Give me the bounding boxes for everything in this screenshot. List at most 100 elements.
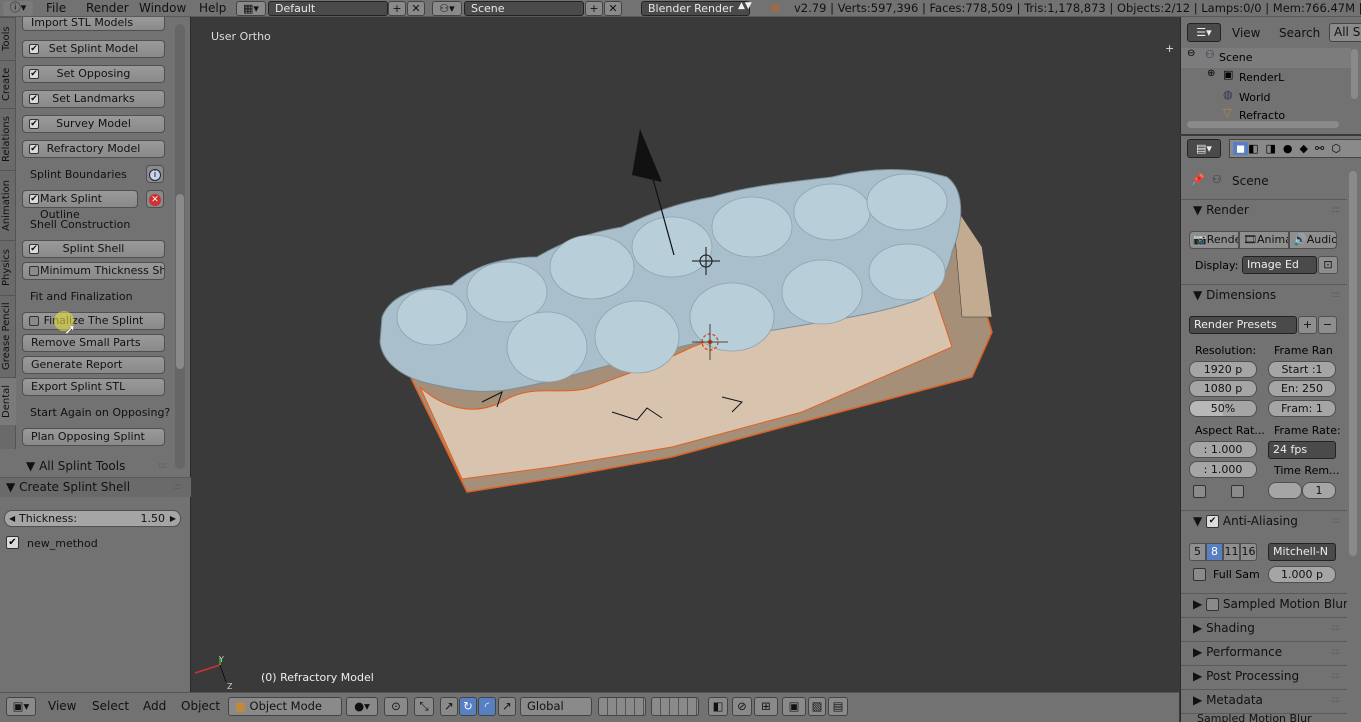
expand-icon[interactable]: ⊕ (1207, 68, 1215, 79)
render-engine-select[interactable]: Blender Render (641, 1, 750, 16)
transform-space-icon[interactable]: ↗ (498, 697, 516, 716)
editor-type-icon[interactable]: ▤▾ (1187, 139, 1221, 158)
decrement-icon[interactable]: ◀ (9, 511, 15, 526)
checkbox[interactable] (29, 266, 39, 276)
render-presets-select[interactable]: Render Presets (1189, 316, 1297, 334)
aspect-y-field[interactable]: : 1.000 (1189, 461, 1257, 478)
anti-aliasing-checkbox[interactable]: ✔ (1206, 515, 1220, 528)
resolution-x-field[interactable]: 1920 p (1189, 361, 1257, 378)
manipulator-toggle-icon[interactable]: ⤡ (414, 697, 434, 716)
aa-samples-5[interactable]: 5 (1189, 543, 1206, 561)
snap-target-icon[interactable]: ▣ (782, 697, 806, 716)
menu-object[interactable]: Object (181, 693, 220, 719)
tab-animation[interactable]: Animation (0, 170, 16, 240)
motion-blur-checkbox[interactable] (1206, 598, 1220, 611)
render-animation-button[interactable]: 🎞Anima (1239, 231, 1289, 249)
resolution-y-field[interactable]: 1080 p (1189, 380, 1257, 397)
survey-model-button[interactable]: ✔ Survey Model (22, 115, 165, 133)
screen-layout-icon[interactable]: ▦▾ (236, 1, 266, 16)
layer-lock-icon[interactable]: ◧ (708, 697, 728, 716)
plan-opposing-splint-button[interactable]: Plan Opposing Splint (22, 428, 165, 446)
shading-select[interactable]: ●▾ (346, 697, 378, 716)
info-icon[interactable]: i (146, 165, 164, 183)
checkbox[interactable]: ✔ (29, 194, 39, 204)
3d-viewport[interactable]: User Ortho + Y Z (0) Refractory Model (192, 17, 1179, 692)
orientation-select[interactable]: Global (520, 697, 592, 716)
outliner-menu-view[interactable]: View (1232, 26, 1260, 40)
outliner-row-scene[interactable]: ⊖ ⚇ Scene (1181, 48, 1351, 68)
menu-view[interactable]: View (48, 693, 76, 719)
outliner-row-world[interactable]: ◍ World (1181, 88, 1351, 108)
properties-context-tabs[interactable]: ◼ ◧◨●◆⚯⬡ (1229, 139, 1361, 158)
opengl-anim-icon[interactable]: ▤ (828, 697, 848, 716)
generate-report-button[interactable]: Generate Report (22, 356, 165, 374)
outliner-menu-search[interactable]: Search (1279, 26, 1320, 40)
crop-checkbox[interactable] (1231, 485, 1244, 498)
checkbox[interactable]: ✔ (29, 69, 39, 79)
menu-file[interactable]: File (46, 0, 66, 17)
outliner-hscrollbar[interactable] (1187, 121, 1339, 128)
all-splint-tools-panel[interactable]: ▼ All Splint Tools :::: (16, 457, 176, 476)
resolution-percent-field[interactable]: 50% (1189, 400, 1257, 417)
opengl-render-icon[interactable]: ▧ (808, 697, 826, 716)
remove-scene-icon[interactable]: ✕ (604, 1, 622, 16)
cancel-icon[interactable]: ✕ (146, 190, 164, 208)
add-preset-icon[interactable]: + (1298, 316, 1317, 334)
tool-shelf-scrollbar[interactable] (175, 24, 185, 469)
dimensions-panel-header[interactable]: ▼ Dimensions :::: (1181, 284, 1347, 306)
properties-scrollbar[interactable] (1349, 171, 1357, 556)
post-processing-panel-header[interactable]: ▶ Post Processing :::: (1181, 665, 1347, 687)
set-opposing-button[interactable]: ✔ Set Opposing (22, 65, 165, 83)
proportional-edit-icon[interactable]: ⊘ (732, 697, 752, 716)
checkbox[interactable]: ✔ (29, 119, 39, 129)
translate-icon[interactable]: ↗ (440, 697, 458, 716)
checkbox[interactable]: ✔ (29, 244, 39, 254)
time-remap-old-field[interactable] (1268, 482, 1302, 499)
editor-type-icon[interactable]: ▣▾ (6, 697, 36, 716)
thickness-field[interactable]: ◀ Thickness: 1.50 ▶ (4, 510, 181, 527)
menu-render[interactable]: Render (86, 0, 129, 17)
checkbox[interactable]: ✔ (29, 44, 39, 54)
scene-select[interactable]: Scene (464, 1, 584, 16)
checkbox[interactable]: ✔ (29, 94, 39, 104)
scale-icon[interactable]: ◜ (478, 697, 496, 716)
add-layout-icon[interactable]: + (388, 1, 406, 16)
sampled-motion-blur-panel-header[interactable]: ▶ Sampled Motion Blur (1181, 593, 1347, 615)
render-tab-icon[interactable]: ◼ (1233, 142, 1249, 155)
menu-help[interactable]: Help (199, 0, 226, 17)
pin-icon[interactable]: 📌 (1191, 173, 1205, 186)
set-splint-model-button[interactable]: ✔ Set Splint Model (22, 40, 165, 58)
outliner-row-refractory[interactable]: ▽ Refracto (1181, 108, 1351, 120)
filter-size-field[interactable]: 1.000 p (1268, 566, 1336, 583)
mode-select[interactable]: ■ Object Mode (228, 697, 342, 716)
aa-samples-16[interactable]: 16 (1240, 543, 1257, 561)
lock-interface-icon[interactable]: ⊡ (1318, 256, 1338, 274)
operator-panel-header[interactable]: ▼ Create Splint Shell :::: (0, 477, 191, 497)
snap-element-icon[interactable]: ⊞ (754, 697, 778, 716)
new-method-checkbox[interactable]: ✔ (6, 536, 19, 549)
remove-layout-icon[interactable]: ✕ (407, 1, 425, 16)
layers-grid[interactable] (598, 697, 646, 716)
export-splint-stl-button[interactable]: Export Splint STL (22, 378, 165, 396)
aa-filter-select[interactable]: Mitchell-N (1268, 543, 1336, 561)
increment-icon[interactable]: ▶ (170, 511, 176, 526)
rotate-icon[interactable]: ↻ (459, 697, 477, 716)
frame-end-field[interactable]: En: 250 (1268, 380, 1336, 397)
manipulator-arrow-icon[interactable] (632, 129, 662, 182)
tab-relations[interactable]: Relations (0, 108, 16, 170)
frame-start-field[interactable]: Start :1 (1268, 361, 1336, 378)
import-stl-button[interactable]: Import STL Models (22, 17, 165, 31)
menu-window[interactable]: Window (139, 0, 186, 17)
aspect-x-field[interactable]: : 1.000 (1189, 441, 1257, 458)
render-image-button[interactable]: 📷Rende (1189, 231, 1239, 249)
render-panel-header[interactable]: ▼ Render :::: (1181, 199, 1347, 221)
add-scene-icon[interactable]: + (585, 1, 603, 16)
tab-grease-pencil[interactable]: Grease Pencil (0, 295, 16, 377)
minimum-thickness-button[interactable]: Minimum Thickness Sh... (22, 262, 165, 280)
anti-aliasing-panel-header[interactable]: ▼ ✔ Anti-Aliasing :::: (1181, 510, 1347, 532)
outliner-vscrollbar[interactable] (1351, 49, 1358, 99)
aa-samples-11[interactable]: 11 (1223, 543, 1240, 561)
layers-grid-2[interactable] (651, 697, 699, 716)
collapse-icon[interactable]: ⊖ (1187, 48, 1195, 59)
tab-create[interactable]: Create (0, 60, 16, 108)
